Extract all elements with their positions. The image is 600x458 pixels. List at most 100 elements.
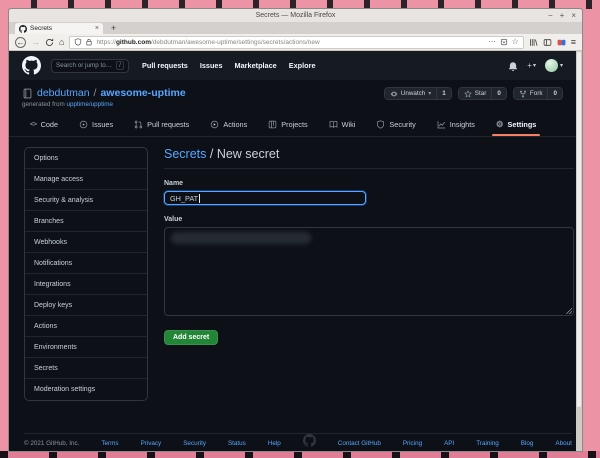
name-input[interactable]: GH_PAT [164, 191, 366, 205]
footer-link-about[interactable]: About [555, 440, 571, 447]
sidebar-item-environments[interactable]: Environments [25, 337, 147, 358]
sidebar-item-options[interactable]: Options [25, 148, 147, 169]
lock-icon [85, 38, 93, 46]
desktop-wallpaper-bottom [0, 451, 600, 458]
caret-down-icon: ▾ [532, 63, 536, 69]
pocket-icon[interactable] [500, 38, 508, 46]
url-path: /debdutman/awesome-uptime/settings/secre… [150, 38, 320, 46]
tab-projects[interactable]: Projects [266, 113, 309, 136]
sidebar-item-secrets[interactable]: Secrets [25, 358, 147, 379]
tab-actions[interactable]: Actions [208, 113, 249, 136]
home-icon[interactable]: ⌂ [59, 37, 64, 47]
forward-icon[interactable]: → [31, 37, 40, 47]
footer-link-terms[interactable]: Terms [101, 440, 118, 447]
sidebar-toggle-icon[interactable] [543, 38, 552, 47]
sidebar-item-manage-access[interactable]: Manage access [25, 169, 147, 190]
avatar[interactable] [544, 59, 558, 72]
slash-key-hint: / [116, 61, 124, 70]
user-menu[interactable]: ▾ [544, 59, 563, 72]
nav-link-explore[interactable]: Explore [289, 61, 316, 70]
settings-sidebar: Options Manage access Security & analysi… [24, 147, 148, 401]
footer-link-blog[interactable]: Blog [521, 440, 534, 447]
tab-close-icon[interactable]: × [95, 25, 99, 32]
browser-tab-secrets[interactable]: Secrets × [15, 23, 103, 34]
tab-issues[interactable]: Issues [77, 113, 115, 136]
breadcrumb-secrets-link[interactable]: Secrets [164, 147, 206, 161]
tab-security[interactable]: Security [374, 113, 417, 136]
browser-viewport: Search or jump to… / Pull requests Issue… [9, 51, 582, 451]
tab-pull-requests[interactable]: Pull requests [132, 113, 191, 136]
notifications-bell-icon[interactable] [508, 61, 518, 71]
nav-link-issues[interactable]: Issues [200, 61, 223, 70]
sidebar-item-deploy-keys[interactable]: Deploy keys [25, 295, 147, 316]
issue-icon [79, 120, 88, 129]
tab-code[interactable]: <> Code [28, 113, 60, 136]
search-placeholder: Search or jump to… [56, 62, 112, 69]
back-button[interactable]: ← [15, 36, 26, 48]
window-titlebar[interactable]: Secrets — Mozilla Firefox − + × [9, 9, 582, 22]
sidebar-item-moderation-settings[interactable]: Moderation settings [25, 379, 147, 400]
footer-link-privacy[interactable]: Privacy [141, 440, 162, 447]
repo-name-link[interactable]: awesome-uptime [100, 87, 185, 99]
star-button[interactable]: Star [458, 88, 492, 99]
footer-link-status[interactable]: Status [228, 440, 246, 447]
url-domain: github.com [115, 38, 151, 46]
scrollbar-thumb[interactable] [577, 52, 581, 407]
nav-link-marketplace[interactable]: Marketplace [235, 61, 277, 70]
close-button[interactable]: × [571, 9, 576, 22]
nav-link-pull-requests[interactable]: Pull requests [142, 61, 188, 70]
value-textarea[interactable] [164, 227, 574, 316]
tab-title: Secrets [30, 25, 53, 32]
breadcrumb: Secrets / New secret [164, 147, 574, 169]
sidebar-item-notifications[interactable]: Notifications [25, 253, 147, 274]
window-title: Secrets — Mozilla Firefox [255, 12, 336, 19]
tab-settings[interactable]: ⚙ Settings [491, 113, 541, 136]
tracking-protection-icon[interactable] [74, 38, 82, 46]
footer-link-training[interactable]: Training [476, 440, 499, 447]
star-count[interactable]: 0 [491, 88, 506, 99]
footer-link-contact[interactable]: Contact GitHub [338, 440, 381, 447]
minimize-button[interactable]: − [548, 9, 553, 22]
github-favicon [19, 25, 27, 33]
page-scrollbar[interactable] [576, 51, 582, 451]
github-footer: © 2021 GitHub, Inc. Terms Privacy Securi… [24, 433, 572, 449]
sidebar-item-security-analysis[interactable]: Security & analysis [25, 190, 147, 211]
extension-icon[interactable] [557, 38, 566, 47]
sidebar-item-actions[interactable]: Actions [25, 316, 147, 337]
new-tab-button[interactable]: + [111, 23, 116, 34]
tab-insights[interactable]: Insights [435, 113, 477, 136]
add-secret-button[interactable]: Add secret [164, 330, 219, 345]
repo-tab-nav: <> Code Issues Pull requests Actions Proj… [9, 113, 576, 137]
footer-link-api[interactable]: API [444, 440, 454, 447]
tab-wiki[interactable]: Wiki [327, 113, 358, 136]
generated-from-link[interactable]: upptime/upptime [66, 101, 113, 108]
fork-count[interactable]: 0 [547, 88, 562, 99]
repo-owner-link[interactable]: debdutman [37, 87, 90, 99]
footer-link-security[interactable]: Security [183, 440, 206, 447]
watch-count[interactable]: 1 [436, 88, 451, 99]
footer-link-pricing[interactable]: Pricing [403, 440, 422, 447]
menu-icon[interactable]: ≡ [571, 37, 576, 47]
sidebar-item-branches[interactable]: Branches [25, 211, 147, 232]
github-page: Search or jump to… / Pull requests Issue… [9, 51, 576, 451]
reload-icon[interactable] [45, 38, 54, 47]
sidebar-item-integrations[interactable]: Integrations [25, 274, 147, 295]
projects-icon [268, 120, 277, 129]
url-input[interactable]: https://github.com/debdutman/awesome-upt… [69, 35, 524, 49]
library-icon[interactable] [529, 38, 538, 47]
name-label: Name [164, 180, 184, 187]
footer-github-logo-icon [303, 434, 316, 447]
maximize-button[interactable]: + [560, 9, 565, 22]
github-logo-icon[interactable] [22, 56, 41, 75]
bookmark-star-icon[interactable]: ☆ [512, 38, 519, 46]
create-new-button[interactable]: + ▾ [527, 61, 536, 70]
back-icon: ← [16, 37, 25, 47]
resize-handle[interactable] [566, 308, 572, 314]
search-input[interactable]: Search or jump to… / [51, 58, 129, 73]
page-actions-icon[interactable]: ⋯ [489, 39, 496, 46]
footer-link-help[interactable]: Help [268, 440, 281, 447]
sidebar-item-webhooks[interactable]: Webhooks [25, 232, 147, 253]
url-toolbar: ← → ⌂ https://github.com/debdutman/aweso… [9, 34, 582, 51]
fork-button[interactable]: Fork [513, 88, 548, 99]
unwatch-button[interactable]: Unwatch ▾ [384, 88, 437, 99]
